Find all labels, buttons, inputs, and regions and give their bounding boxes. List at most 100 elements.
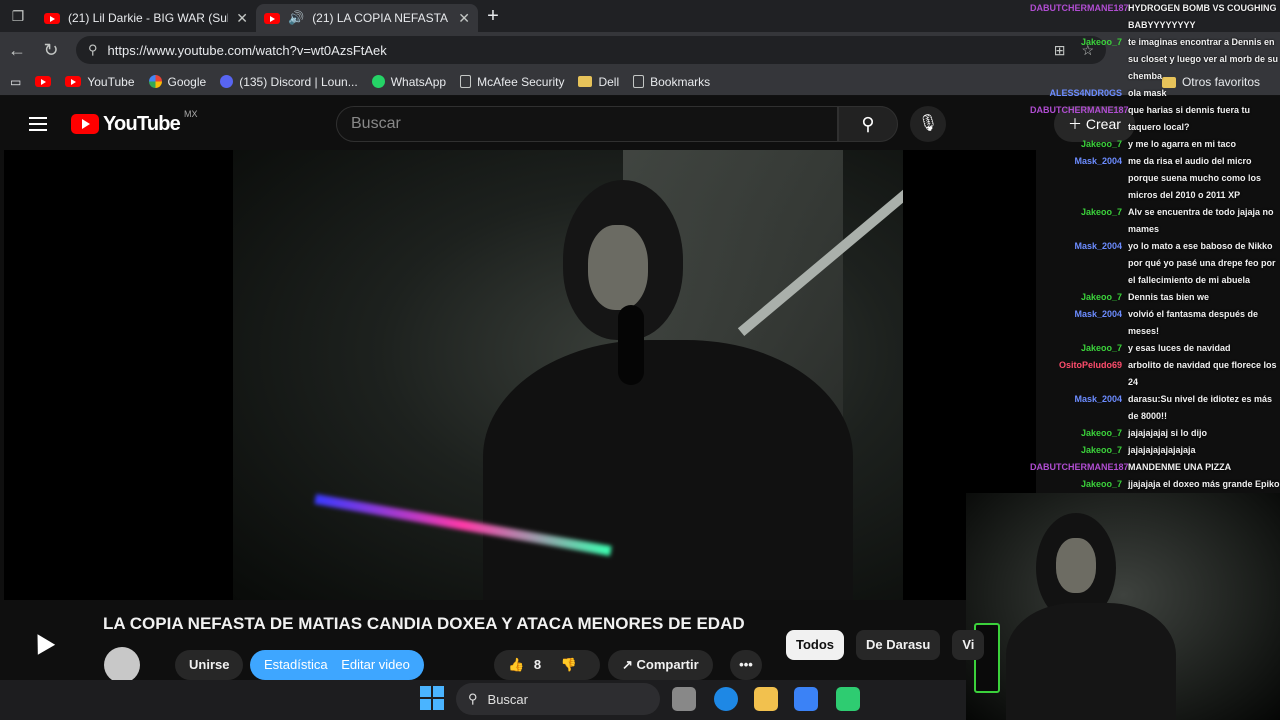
search-input[interactable]: Buscar: [336, 106, 838, 142]
chat-username[interactable]: DABUTCHERMANE187: [1030, 459, 1129, 476]
chat-text: jajajajajaj si lo dijo: [1128, 428, 1208, 438]
bookmark-google[interactable]: Google: [148, 75, 206, 89]
chat-text: te imaginas encontrar a Dennis en su clo…: [1128, 37, 1279, 81]
folder-icon: [578, 76, 593, 87]
bookmark-dell[interactable]: Dell: [578, 75, 619, 89]
chat-text: y me lo agarra en mi taco: [1128, 139, 1237, 149]
chat-username[interactable]: Jakeoo_7: [1030, 425, 1122, 442]
edge-browser-icon[interactable]: [714, 687, 738, 711]
video-microphone: [618, 305, 644, 385]
chat-username[interactable]: Mask_2004: [1030, 391, 1122, 425]
chat-username[interactable]: Jakeoo_7: [1030, 289, 1122, 306]
chat-message: DABUTCHERMANE187 HYDROGEN BOMB VS COUGHIN…: [1030, 0, 1280, 34]
url-field[interactable]: ⚲ https://www.youtube.com/watch?v=wt0Azs…: [76, 36, 1106, 64]
microphone-icon[interactable]: 🎙: [910, 106, 946, 142]
bookmark-yt-shortcut[interactable]: [35, 76, 52, 87]
app-icon[interactable]: [836, 687, 860, 711]
bookmark-bookmarks[interactable]: Bookmarks: [633, 75, 710, 89]
chat-text: volvió el fantasma después de meses!: [1128, 309, 1259, 336]
tab-active-video[interactable]: 🔊 (21) LA COPIA NEFASTA DE ✕: [256, 4, 478, 32]
taskbar-search[interactable]: ⚲ Buscar: [456, 683, 660, 715]
google-icon: [148, 75, 162, 88]
chat-message: Mask_2004 yo lo mato a ese baboso de Nikk…: [1030, 238, 1280, 289]
chat-username[interactable]: Jakeoo_7: [1030, 204, 1122, 238]
chat-message: Mask_2004 darasu:Su nivel de idiotez es m…: [1030, 391, 1280, 425]
stats-button[interactable]: Estadística: [264, 657, 328, 672]
tab-actions-icon[interactable]: ❐: [0, 8, 36, 25]
chat-text: me da risa el audio del micro porque sue…: [1128, 156, 1262, 200]
chat-username[interactable]: DABUTCHERMANE187: [1030, 0, 1129, 34]
mouse-cursor-icon: [28, 629, 56, 655]
microsoft-store-icon[interactable]: [794, 687, 818, 711]
discord-icon: [220, 75, 234, 88]
like-icon[interactable]: 👍: [508, 657, 524, 672]
chip-more[interactable]: Vi: [952, 630, 985, 660]
chat-message: Mask_2004 me da risa el audio del micro p…: [1030, 153, 1280, 204]
chip-from-channel[interactable]: De Darasu: [856, 630, 941, 660]
windows-start-icon[interactable]: [420, 686, 444, 710]
more-actions-button[interactable]: •••: [730, 650, 762, 680]
close-tab-icon[interactable]: ✕: [458, 10, 470, 27]
chat-username[interactable]: Mask_2004: [1030, 238, 1122, 289]
search-icon: ⚲: [468, 691, 478, 706]
chat-username[interactable]: Mask_2004: [1030, 306, 1122, 340]
youtube-icon: [35, 76, 52, 87]
channel-avatar[interactable]: [104, 647, 140, 683]
edit-video-button[interactable]: Editar video: [341, 657, 410, 672]
webcam-person-body: [1006, 603, 1176, 720]
chat-username[interactable]: OsitoPeludo69: [1030, 357, 1122, 391]
webcam-person-face: [1056, 538, 1096, 593]
page-icon: [460, 75, 472, 88]
webcam-overlay: [966, 493, 1280, 720]
chat-message: Jakeoo_7 Alv se encuentra de todo jajaja …: [1030, 204, 1280, 238]
chat-username[interactable]: DABUTCHERMANE187: [1030, 102, 1129, 136]
task-view-icon[interactable]: [672, 687, 696, 711]
screen: ❐ (21) Lil Darkie - BIG WAR (Sub. Es ✕ 🔊…: [0, 0, 1280, 720]
tab-lil-darkie[interactable]: (21) Lil Darkie - BIG WAR (Sub. Es ✕: [36, 4, 256, 32]
bookmark-whatsapp[interactable]: WhatsApp: [371, 75, 446, 89]
video-person-face: [588, 225, 648, 310]
bookmark-mcafee[interactable]: McAfee Security: [460, 75, 564, 89]
youtube-logo[interactable]: YouTube MX: [71, 109, 197, 136]
chat-text: Alv se encuentra de todo jajaja no mames: [1128, 207, 1274, 234]
chat-message: DABUTCHERMANE187 que harias si dennis fue…: [1030, 102, 1280, 136]
chat-message: ALESS4NDR0GS ola mask: [1030, 85, 1280, 102]
chat-username[interactable]: Jakeoo_7: [1030, 442, 1122, 459]
chat-username[interactable]: Jakeoo_7: [1030, 340, 1122, 357]
site-info-icon[interactable]: ⚲: [88, 42, 98, 58]
bookmark-label: (135) Discord | Loun...: [239, 74, 358, 89]
bookmarks-sidebar-icon[interactable]: ▭: [10, 75, 21, 89]
chat-message: Jakeoo_7 te imaginas encontrar a Dennis e…: [1030, 34, 1280, 85]
chat-message: Jakeoo_7 jjajajaja el doxeo más grande Ep…: [1030, 476, 1280, 493]
like-dislike-group: 👍 8 👎: [494, 650, 600, 680]
chat-username[interactable]: Jakeoo_7: [1030, 476, 1122, 493]
chat-text: HYDROGEN BOMB VS COUGHING BABYYYYYYYY: [1128, 3, 1277, 30]
speaker-icon[interactable]: 🔊: [288, 10, 304, 26]
new-tab-button[interactable]: +: [478, 5, 508, 28]
back-arrow-icon[interactable]: ←: [0, 40, 34, 61]
chat-text: jjajajaja el doxeo más grande Epiko: [1128, 479, 1280, 489]
chip-all[interactable]: Todos: [786, 630, 845, 660]
chat-username[interactable]: ALESS4NDR0GS: [1030, 85, 1122, 102]
chat-text: MANDENME UNA PIZZA: [1128, 462, 1232, 472]
chat-username[interactable]: Jakeoo_7: [1030, 34, 1122, 85]
close-tab-icon[interactable]: ✕: [236, 10, 248, 27]
file-explorer-icon[interactable]: [754, 687, 778, 711]
menu-icon[interactable]: [29, 117, 47, 131]
chat-text: arbolito de navidad que florece los 24: [1128, 360, 1277, 387]
join-button[interactable]: Unirse: [175, 650, 244, 680]
chat-username[interactable]: Mask_2004: [1030, 153, 1122, 204]
chat-message: Jakeoo_7 jajajajajajajajaja: [1030, 442, 1280, 459]
reload-icon[interactable]: ↻: [34, 40, 68, 61]
bookmark-discord[interactable]: (135) Discord | Loun...: [220, 75, 358, 89]
share-button[interactable]: ↗ Compartir: [608, 650, 713, 680]
chat-username[interactable]: Jakeoo_7: [1030, 136, 1122, 153]
search-icon[interactable]: ⚲: [838, 106, 898, 142]
video-frame[interactable]: [233, 150, 903, 600]
studio-buttons: Estadística Editar video: [250, 650, 424, 680]
chat-text: y esas luces de navidad: [1128, 343, 1231, 353]
bookmark-youtube[interactable]: YouTube: [65, 75, 135, 89]
dislike-icon[interactable]: 👎: [561, 657, 577, 672]
chat-text: yo lo mato a ese baboso de Nikko por qué…: [1128, 241, 1276, 285]
video-player[interactable]: [4, 150, 1036, 600]
